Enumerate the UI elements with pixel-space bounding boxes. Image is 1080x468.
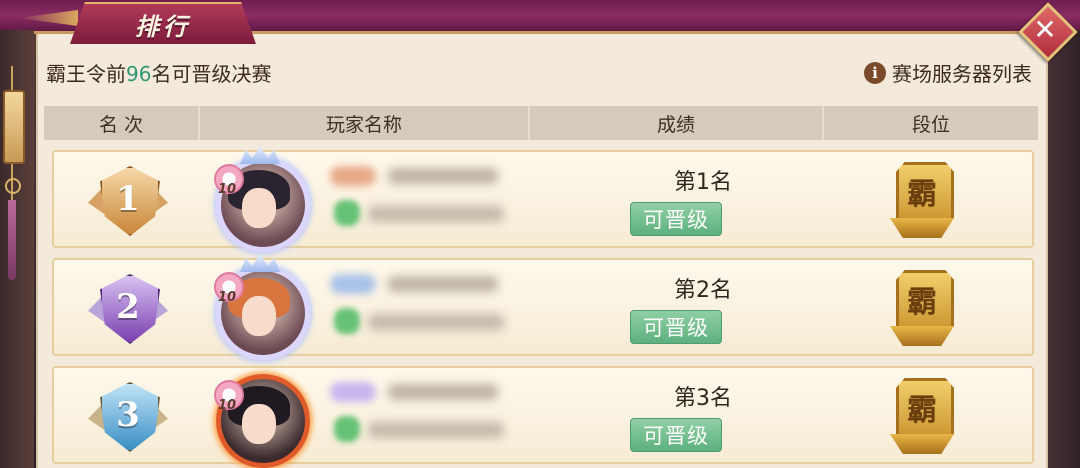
score-text: 第3名 — [674, 386, 732, 411]
tier-emblem-icon: 霸 — [886, 158, 958, 242]
rank-number: 3 — [116, 395, 140, 435]
info-icon[interactable]: i — [864, 61, 886, 84]
score-text: 第2名 — [674, 278, 732, 303]
tassel-tail — [8, 200, 16, 280]
title-tab: 排行 — [70, 2, 256, 44]
promotion-status-badge: 可晋级 — [630, 418, 722, 452]
avatar-level: 10 — [218, 398, 237, 413]
score-text: 第1名 — [674, 170, 732, 195]
qualification-suffix: 名可晋级决赛 — [151, 62, 272, 86]
avatar[interactable]: 10 — [210, 362, 310, 468]
avatar-level: 10 — [218, 290, 237, 305]
header-player-name: 玩家名称 — [200, 106, 530, 140]
left-decoration — [0, 30, 34, 468]
table-row[interactable]: 1 10 第1名 可晋级 霸 — [52, 146, 1034, 252]
promotion-status-badge: 可晋级 — [630, 202, 722, 236]
table-header: 名 次 玩家名称 成绩 段位 — [44, 106, 1038, 140]
player-name-blurred — [324, 150, 534, 250]
tier-char: 霸 — [907, 285, 937, 320]
page-title: 排行 — [135, 12, 191, 41]
server-list-link[interactable]: i 赛场服务器列表 — [864, 58, 1032, 87]
table-row[interactable]: 2 10 第2名 可晋级 霸 — [52, 254, 1034, 360]
player-name-blurred — [324, 258, 534, 358]
server-list-label[interactable]: 赛场服务器列表 — [892, 58, 1032, 87]
rank-medal-icon: 3 — [88, 378, 168, 452]
tassel-ring — [5, 178, 21, 194]
rank-medal-icon: 1 — [88, 162, 168, 236]
ranking-panel: 霸王令前96名可晋级决赛 i 赛场服务器列表 名 次 玩家名称 成绩 段位 1 … — [36, 34, 1048, 468]
table-row[interactable]: 3 10 第3名 可晋级 霸 — [52, 366, 1034, 468]
avatar[interactable]: 10 — [210, 254, 310, 360]
qualification-text: 霸王令前96名可晋级决赛 — [46, 58, 271, 87]
close-icon[interactable]: ✕ — [1020, 4, 1070, 54]
tier-char: 霸 — [907, 393, 937, 428]
rank-number: 1 — [116, 179, 140, 219]
rank-number: 2 — [116, 287, 140, 327]
tassel-lantern — [3, 90, 25, 164]
tier-emblem-icon: 霸 — [886, 266, 958, 350]
header-tier: 段位 — [911, 113, 950, 136]
header-score: 成绩 — [530, 106, 824, 140]
close-button[interactable]: ✕ — [1018, 2, 1078, 62]
crown-icon — [240, 254, 280, 272]
header-rank: 名 次 — [44, 106, 200, 140]
crown-icon — [240, 146, 280, 164]
avatar-level: 10 — [218, 182, 237, 197]
qualification-prefix: 霸王令前 — [46, 62, 126, 86]
qualification-count: 96 — [126, 62, 152, 86]
tier-char: 霸 — [907, 177, 937, 212]
avatar[interactable]: 10 — [210, 146, 310, 252]
tier-emblem-icon: 霸 — [886, 374, 958, 458]
player-name-blurred — [324, 366, 534, 466]
right-decoration — [1044, 30, 1080, 468]
promotion-status-badge: 可晋级 — [630, 310, 722, 344]
rank-medal-icon: 2 — [88, 270, 168, 344]
